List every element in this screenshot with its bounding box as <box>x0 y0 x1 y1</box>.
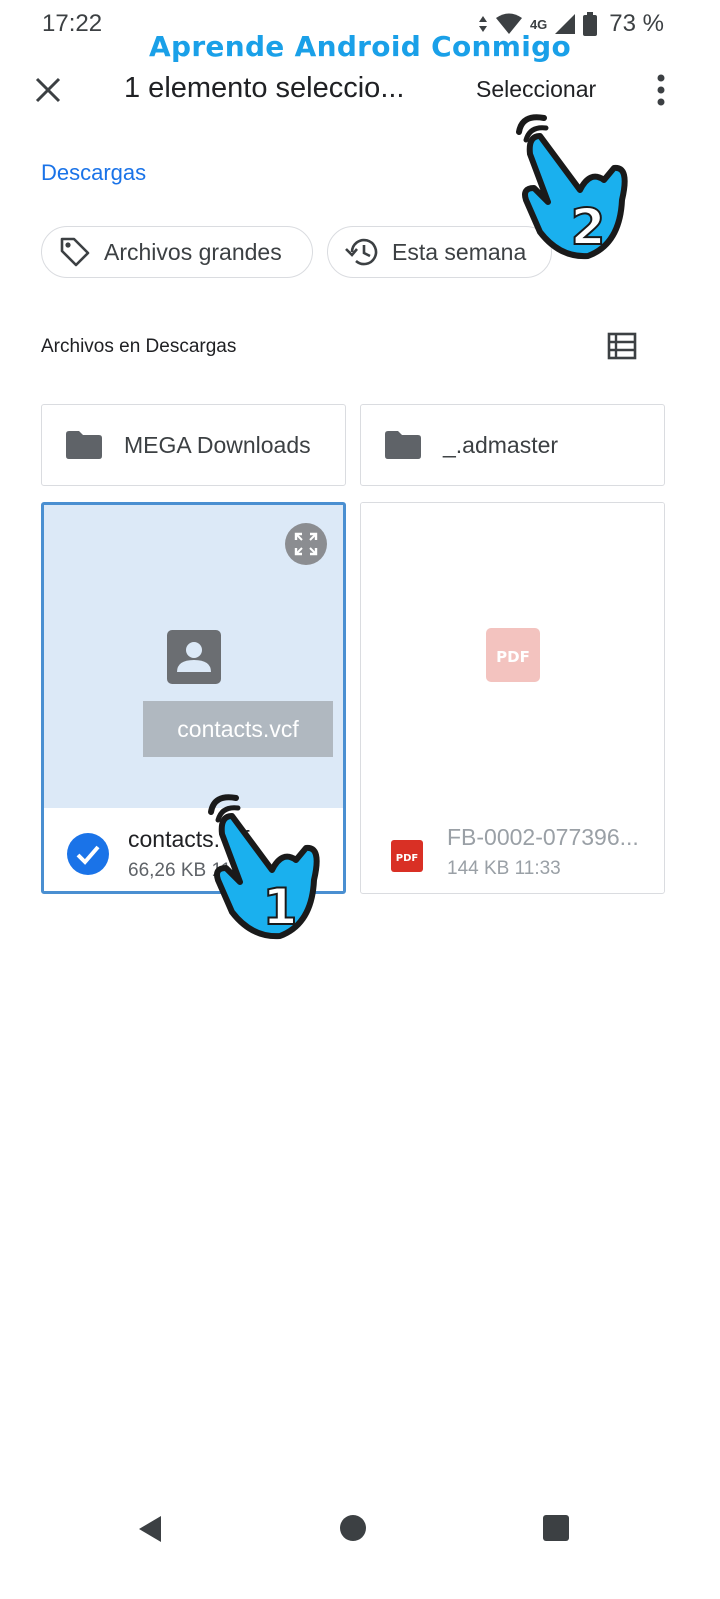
tap-hand-icon: 2 <box>516 114 628 260</box>
folder-name: _.admaster <box>443 431 559 458</box>
folder-card[interactable]: _.admaster <box>360 404 665 486</box>
selection-title: 1 elemento seleccio... <box>124 72 405 104</box>
nav-back-button[interactable] <box>135 1514 165 1544</box>
nav-home-button[interactable] <box>340 1515 366 1541</box>
breadcrumb[interactable]: Descargas <box>41 160 146 186</box>
more-options-button[interactable] <box>646 68 676 112</box>
thumbnail-filename: contacts.vcf <box>143 701 333 757</box>
pdf-badge-text: PDF <box>396 853 418 864</box>
expand-icon <box>294 532 318 556</box>
contact-card-icon <box>167 630 221 684</box>
more-vert-icon <box>657 74 665 106</box>
folder-name: MEGA Downloads <box>124 431 311 458</box>
folder-icon <box>385 431 421 459</box>
checkmark-icon[interactable] <box>66 832 110 876</box>
pdf-large-icon: PDF <box>486 628 540 682</box>
file-card[interactable]: PDF PDF FB-0002-077396... 144 KB 11:33 <box>360 502 665 894</box>
preview-expand-button[interactable] <box>285 523 327 565</box>
watermark-text: Aprende Android Conmigo <box>149 30 571 63</box>
folder-icon <box>66 431 102 459</box>
list-view-icon <box>607 332 637 360</box>
history-icon <box>345 238 378 266</box>
file-info: PDF FB-0002-077396... 144 KB 11:33 <box>361 806 664 892</box>
tag-icon <box>60 237 90 267</box>
file-thumbnail: PDF <box>361 503 664 806</box>
tap-number-2: 2 <box>571 198 606 256</box>
tap-hand-icon: 1 <box>208 794 320 940</box>
section-title: Archivos en Descargas <box>41 336 237 357</box>
file-thumbnail: contacts.vcf <box>44 505 343 808</box>
select-all-button[interactable]: Seleccionar <box>476 76 596 103</box>
file-meta: 144 KB 11:33 <box>447 858 561 879</box>
chip-label: Archivos grandes <box>104 238 282 265</box>
close-selection-button[interactable] <box>26 68 70 112</box>
nav-recents-button[interactable] <box>543 1515 569 1541</box>
tap-number-1: 1 <box>263 878 298 936</box>
chip-large-files[interactable]: Archivos grandes <box>41 226 313 278</box>
pdf-icon: PDF <box>391 840 423 872</box>
list-view-toggle[interactable] <box>606 330 638 362</box>
folder-card[interactable]: MEGA Downloads <box>41 404 346 486</box>
close-icon <box>35 77 61 103</box>
pdf-badge-text: PDF <box>496 648 530 666</box>
file-name: FB-0002-077396... <box>447 824 639 850</box>
